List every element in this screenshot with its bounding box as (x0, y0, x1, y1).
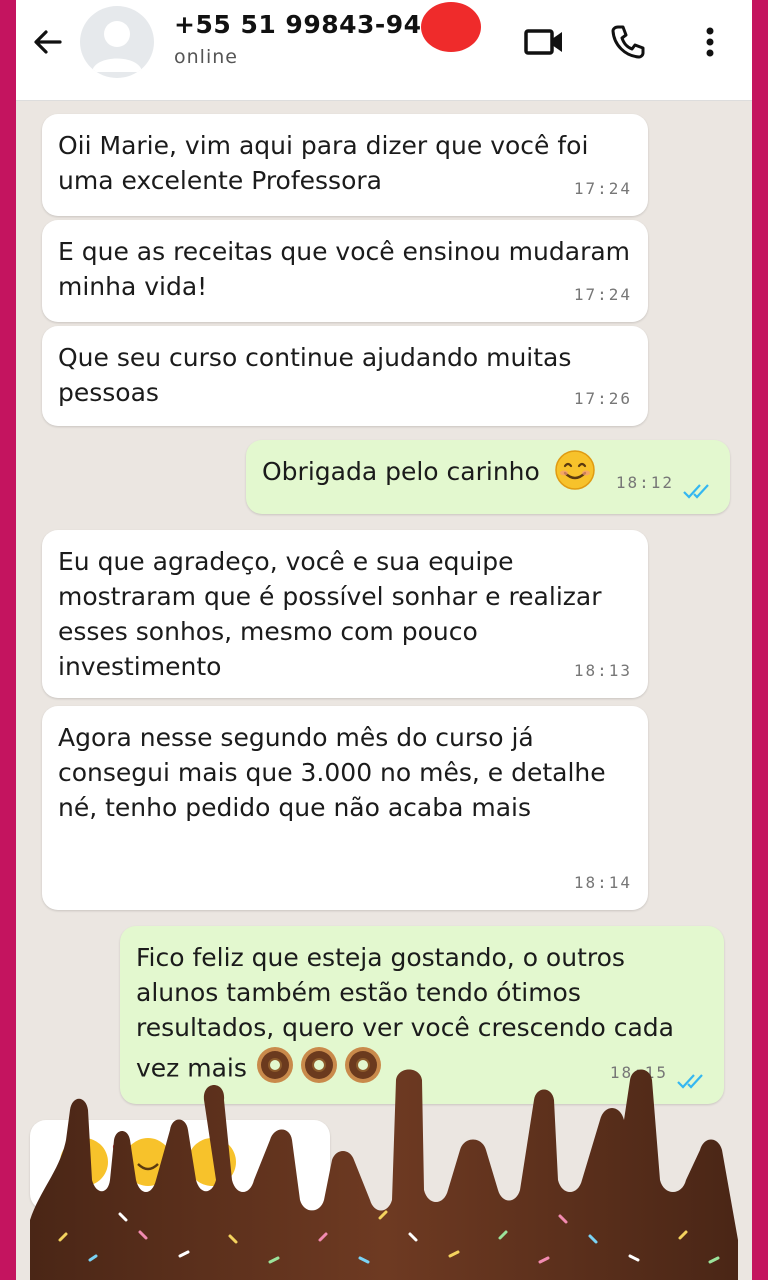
message-text: Fico feliz que esteja gostando, o outros… (136, 943, 674, 1083)
message-text: Eu que agradeço, você e sua equipe mostr… (58, 547, 602, 681)
contact-status: online (174, 46, 238, 68)
chat-screen: +55 51 99843-94 online Oii Marie, vim aq… (16, 0, 752, 1280)
message-bubble-incoming[interactable]: Eu que agradeço, você e sua equipe mostr… (42, 530, 648, 698)
double-check-icon (683, 484, 709, 499)
message-text: Obrigada pelo carinho (262, 457, 540, 486)
voice-call-button[interactable] (606, 20, 650, 64)
menu-button[interactable] (688, 20, 732, 64)
message-time: 18:12 (615, 473, 674, 492)
message-time: 18:14 (573, 873, 632, 892)
back-button[interactable] (30, 24, 66, 60)
message-bubble-incoming[interactable]: Agora nesse segundo mês do curso já cons… (42, 706, 648, 910)
message-time: 17:26 (573, 389, 632, 408)
message-time: 17:24 (573, 285, 632, 304)
message-time: 18:13 (573, 661, 632, 680)
contact-name[interactable]: +55 51 99843-94 (174, 10, 422, 39)
message-bubble-outgoing[interactable]: Obrigada pelo carinho 18:12 (246, 440, 730, 514)
double-check-icon (677, 1074, 703, 1089)
message-bubble-outgoing[interactable]: Fico feliz que esteja gostando, o outros… (120, 926, 724, 1104)
default-avatar-icon (92, 21, 142, 72)
donut-emoji-group (255, 1045, 387, 1094)
more-vertical-icon (706, 27, 714, 57)
redaction-mark (421, 2, 481, 52)
message-time: 17:24 (573, 179, 632, 198)
avatar[interactable] (80, 6, 154, 78)
message-bubble-incoming-emoji[interactable] (30, 1120, 330, 1210)
message-bubble-incoming[interactable]: E que as receitas que você ensinou mudar… (42, 220, 648, 322)
donut-icon (256, 1047, 381, 1083)
message-time: 18:15 (609, 1063, 668, 1082)
message-text: Oii Marie, vim aqui para dizer que você … (58, 131, 589, 195)
phone-icon (611, 25, 645, 59)
smiling-face-emoji-icon (555, 450, 595, 490)
message-bubble-incoming[interactable]: Oii Marie, vim aqui para dizer que você … (42, 114, 648, 216)
video-camera-icon (524, 29, 562, 55)
arrow-left-icon (34, 30, 62, 54)
video-call-button[interactable] (522, 20, 566, 64)
chat-header: +55 51 99843-94 online (16, 0, 752, 101)
message-bubble-incoming[interactable]: Que seu curso continue ajudando muitas p… (42, 326, 648, 426)
message-text: Que seu curso continue ajudando muitas p… (58, 343, 572, 407)
message-text: E que as receitas que você ensinou mudar… (58, 237, 631, 301)
message-text: Agora nesse segundo mês do curso já cons… (58, 723, 606, 822)
smiling-face-with-hearts-emoji-icon (60, 1138, 236, 1186)
